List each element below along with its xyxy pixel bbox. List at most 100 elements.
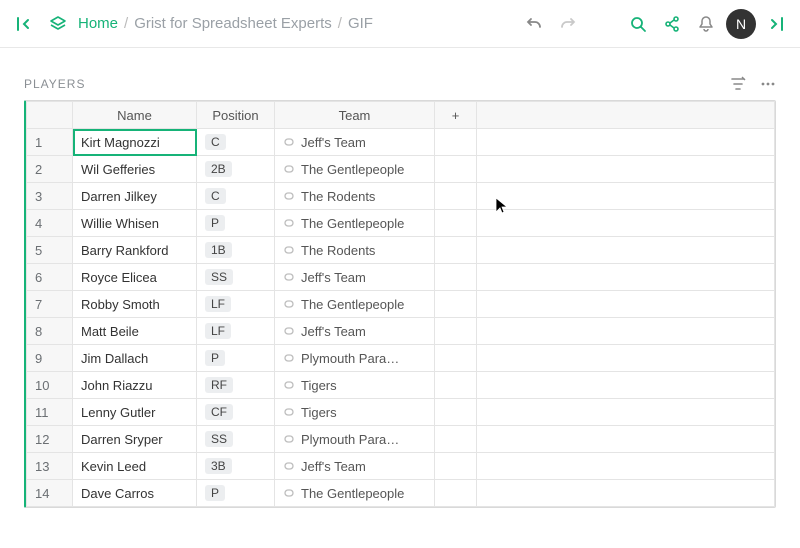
cell-position[interactable]: P (197, 345, 275, 372)
cell-empty[interactable] (477, 480, 775, 507)
breadcrumb-home[interactable]: Home (78, 15, 118, 32)
cell-empty[interactable] (435, 453, 477, 480)
cell-position[interactable]: P (197, 480, 275, 507)
row-number[interactable]: 9 (27, 345, 73, 372)
cell-empty[interactable] (477, 264, 775, 291)
cell-position[interactable]: P (197, 210, 275, 237)
row-number[interactable]: 6 (27, 264, 73, 291)
cell-position[interactable]: SS (197, 264, 275, 291)
cell-name[interactable]: Darren Sryper (73, 426, 197, 453)
cell-empty[interactable] (477, 291, 775, 318)
row-number[interactable]: 2 (27, 156, 73, 183)
cell-empty[interactable] (435, 129, 477, 156)
cell-empty[interactable] (435, 291, 477, 318)
col-header-position[interactable]: Position (197, 102, 275, 129)
cell-name[interactable]: Barry Rankford (73, 237, 197, 264)
cell-position[interactable]: CF (197, 399, 275, 426)
table-row[interactable]: 8Matt BeileLFJeff's Team (27, 318, 775, 345)
table-row[interactable]: 12Darren SryperSSPlymouth Para… (27, 426, 775, 453)
cell-empty[interactable] (477, 129, 775, 156)
table-row[interactable]: 10John RiazzuRFTigers (27, 372, 775, 399)
cell-name[interactable]: Robby Smoth (73, 291, 197, 318)
table-row[interactable]: 9Jim DallachPPlymouth Para… (27, 345, 775, 372)
col-header-name[interactable]: Name (73, 102, 197, 129)
row-number[interactable]: 3 (27, 183, 73, 210)
table-row[interactable]: 3Darren JilkeyCThe Rodents (27, 183, 775, 210)
cell-team[interactable]: Tigers (275, 372, 435, 399)
collapse-left-icon[interactable] (10, 10, 38, 38)
cell-name[interactable]: Royce Elicea (73, 264, 197, 291)
cell-name[interactable]: Dave Carros (73, 480, 197, 507)
cell-name[interactable]: Matt Beile (73, 318, 197, 345)
table-row[interactable]: 7Robby SmothLFThe Gentlepeople (27, 291, 775, 318)
data-grid[interactable]: Name Position Team + 1Kirt MagnozziCJeff… (24, 100, 776, 508)
cell-empty[interactable] (477, 399, 775, 426)
cell-name[interactable]: Kirt Magnozzi (73, 129, 197, 156)
cell-position[interactable]: C (197, 129, 275, 156)
row-number[interactable]: 5 (27, 237, 73, 264)
row-number[interactable]: 11 (27, 399, 73, 426)
cell-empty[interactable] (435, 426, 477, 453)
row-number[interactable]: 10 (27, 372, 73, 399)
cell-empty[interactable] (477, 156, 775, 183)
pages-icon[interactable] (44, 10, 72, 38)
avatar[interactable]: N (726, 9, 756, 39)
cell-empty[interactable] (435, 372, 477, 399)
more-icon[interactable] (760, 76, 776, 92)
redo-icon[interactable] (554, 10, 582, 38)
cell-name[interactable]: Kevin Leed (73, 453, 197, 480)
cell-position[interactable]: LF (197, 318, 275, 345)
cell-team[interactable]: Plymouth Para… (275, 345, 435, 372)
breadcrumb-doc[interactable]: Grist for Spreadsheet Experts (134, 15, 332, 32)
cell-position[interactable]: C (197, 183, 275, 210)
cell-team[interactable]: Plymouth Para… (275, 426, 435, 453)
table-row[interactable]: 14Dave CarrosPThe Gentlepeople (27, 480, 775, 507)
cell-team[interactable]: Tigers (275, 399, 435, 426)
share-icon[interactable] (658, 10, 686, 38)
cell-empty[interactable] (477, 453, 775, 480)
collapse-right-icon[interactable] (762, 10, 790, 38)
cell-empty[interactable] (435, 345, 477, 372)
cell-name[interactable]: Willie Whisen (73, 210, 197, 237)
cell-team[interactable]: Jeff's Team (275, 129, 435, 156)
bell-icon[interactable] (692, 10, 720, 38)
cell-position[interactable]: RF (197, 372, 275, 399)
cell-empty[interactable] (435, 183, 477, 210)
row-number[interactable]: 4 (27, 210, 73, 237)
cell-team[interactable]: The Rodents (275, 237, 435, 264)
cell-empty[interactable] (435, 399, 477, 426)
table-row[interactable]: 1Kirt MagnozziCJeff's Team (27, 129, 775, 156)
cell-empty[interactable] (477, 183, 775, 210)
table-row[interactable]: 4Willie WhisenPThe Gentlepeople (27, 210, 775, 237)
cell-empty[interactable] (435, 318, 477, 345)
cell-position[interactable]: 3B (197, 453, 275, 480)
cell-empty[interactable] (435, 264, 477, 291)
cell-empty[interactable] (477, 318, 775, 345)
row-number[interactable]: 14 (27, 480, 73, 507)
cell-empty[interactable] (435, 210, 477, 237)
table-row[interactable]: 5Barry Rankford1BThe Rodents (27, 237, 775, 264)
cell-empty[interactable] (435, 480, 477, 507)
cell-name[interactable]: Darren Jilkey (73, 183, 197, 210)
cell-team[interactable]: Jeff's Team (275, 318, 435, 345)
cell-name[interactable]: Wil Gefferies (73, 156, 197, 183)
cell-position[interactable]: LF (197, 291, 275, 318)
table-row[interactable]: 6Royce EliceaSSJeff's Team (27, 264, 775, 291)
cell-position[interactable]: 2B (197, 156, 275, 183)
cell-team[interactable]: The Gentlepeople (275, 291, 435, 318)
undo-icon[interactable] (520, 10, 548, 38)
row-number[interactable]: 8 (27, 318, 73, 345)
cell-position[interactable]: 1B (197, 237, 275, 264)
cell-team[interactable]: Jeff's Team (275, 453, 435, 480)
cell-team[interactable]: The Gentlepeople (275, 210, 435, 237)
add-column-button[interactable]: + (435, 102, 477, 129)
cell-name[interactable]: John Riazzu (73, 372, 197, 399)
cell-name[interactable]: Jim Dallach (73, 345, 197, 372)
cell-empty[interactable] (477, 372, 775, 399)
cell-empty[interactable] (477, 210, 775, 237)
cell-empty[interactable] (477, 426, 775, 453)
col-header-team[interactable]: Team (275, 102, 435, 129)
cell-empty[interactable] (477, 237, 775, 264)
row-number[interactable]: 13 (27, 453, 73, 480)
cell-team[interactable]: The Gentlepeople (275, 156, 435, 183)
